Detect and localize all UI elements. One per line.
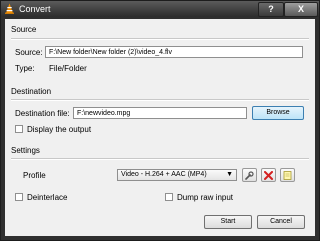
cancel-button[interactable]: Cancel	[257, 215, 305, 229]
close-button[interactable]: X	[284, 2, 318, 17]
delete-x-icon	[264, 171, 273, 180]
destination-heading: Destination	[11, 87, 52, 96]
dialog-body: Source Source: F:\New folder\New folder …	[5, 19, 315, 236]
dump-raw-input-checkbox[interactable]	[165, 193, 173, 201]
edit-profile-button[interactable]	[242, 168, 257, 182]
destination-file-field[interactable]: F:\newvideo.mpg	[73, 107, 247, 119]
display-output-label: Display the output	[27, 125, 92, 134]
source-label: Source:	[15, 48, 43, 57]
new-profile-button[interactable]	[280, 168, 295, 182]
deinterlace-checkbox[interactable]	[15, 193, 23, 201]
help-button[interactable]: ?	[258, 2, 284, 17]
profile-label: Profile	[23, 171, 46, 180]
vlc-cone-icon	[5, 3, 14, 14]
deinterlace-label: Deinterlace	[27, 193, 68, 202]
convert-dialog: Convert ? X Source Source: F:\New folder…	[0, 0, 320, 241]
type-label: Type:	[15, 64, 35, 73]
display-output-checkbox[interactable]	[15, 125, 23, 133]
wrench-icon	[245, 171, 254, 180]
profile-selected-value: Video - H.264 + AAC (MP4)	[121, 171, 207, 178]
destination-file-label: Destination file:	[15, 109, 70, 118]
start-button[interactable]: Start	[204, 215, 252, 229]
type-value: File/Folder	[49, 64, 87, 73]
dropdown-arrow-icon: ▼	[226, 171, 233, 178]
settings-heading: Settings	[11, 146, 40, 155]
window-title: Convert	[19, 4, 51, 14]
source-field[interactable]: F:\New folder\New folder (2)\video_4.flv	[45, 46, 303, 58]
dump-raw-input-label: Dump raw input	[177, 193, 234, 202]
source-divider	[11, 38, 309, 40]
source-heading: Source	[11, 25, 37, 34]
profile-select[interactable]: Video - H.264 + AAC (MP4) ▼	[117, 169, 237, 181]
title-bar[interactable]: Convert ? X	[1, 1, 319, 17]
delete-profile-button[interactable]	[261, 168, 276, 182]
settings-divider	[11, 158, 309, 160]
browse-button[interactable]: Browse	[252, 106, 304, 120]
new-profile-icon	[283, 171, 292, 180]
destination-divider	[11, 99, 309, 101]
